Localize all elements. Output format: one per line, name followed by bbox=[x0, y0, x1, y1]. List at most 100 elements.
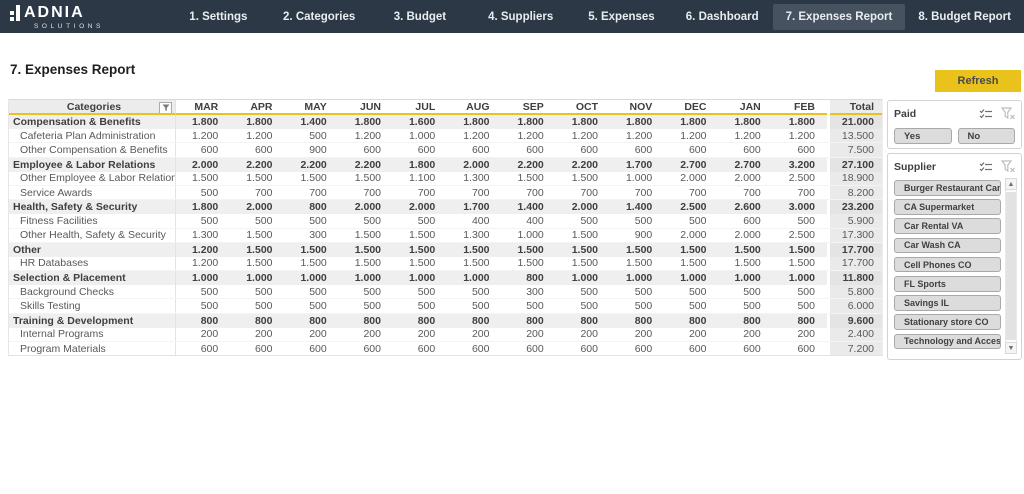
value-cell-dec: 1.200 bbox=[664, 129, 718, 142]
scroll-down-icon[interactable]: ▼ bbox=[1005, 342, 1017, 354]
value-cell-mar: 1.200 bbox=[176, 129, 230, 142]
value-cell-aug: 1.500 bbox=[447, 257, 501, 270]
total-cell: 17.300 bbox=[830, 229, 882, 242]
value-cell-feb: 3.000 bbox=[773, 200, 827, 214]
value-cell-sep: 600 bbox=[502, 342, 556, 355]
value-cell-jun: 700 bbox=[339, 186, 393, 199]
value-cell-apr: 1.500 bbox=[230, 257, 284, 270]
value-cell-jan: 600 bbox=[719, 143, 773, 156]
value-cell-feb: 800 bbox=[773, 314, 827, 328]
expense-item-row: Other Compensation & Benefits60060090060… bbox=[9, 143, 882, 157]
value-cell-sep: 500 bbox=[502, 299, 556, 312]
tab-suppliers[interactable]: 4. Suppliers bbox=[470, 0, 571, 33]
value-cell-jan: 2.000 bbox=[719, 172, 773, 185]
value-cell-mar: 200 bbox=[176, 328, 230, 341]
value-cell-jan: 1.500 bbox=[719, 257, 773, 270]
value-cell-aug: 600 bbox=[447, 143, 501, 156]
value-cell-apr: 1.500 bbox=[230, 243, 284, 257]
top-nav-bar: ADNIA SOLUTIONS 1. Settings2. Categories… bbox=[0, 0, 1024, 33]
expense-item-row: Skills Testing50050050050050050050050050… bbox=[9, 299, 882, 313]
clear-filter-icon[interactable] bbox=[1000, 160, 1015, 173]
tab-settings[interactable]: 1. Settings bbox=[168, 0, 269, 33]
category-row: Compensation & Benefits1.8001.8001.4001.… bbox=[9, 115, 882, 129]
value-cell-apr: 800 bbox=[230, 314, 284, 328]
value-cell-may: 500 bbox=[285, 285, 339, 298]
value-cell-mar: 2.000 bbox=[176, 158, 230, 172]
value-cell-mar: 1.800 bbox=[176, 200, 230, 214]
supplier-option[interactable]: Technology and Accessor... bbox=[894, 334, 1001, 350]
value-cell-may: 2.200 bbox=[285, 158, 339, 172]
multi-select-icon[interactable] bbox=[978, 107, 993, 120]
value-cell-sep: 1.500 bbox=[502, 257, 556, 270]
tab-expenses[interactable]: 5. Expenses bbox=[571, 0, 672, 33]
value-cell-jul: 1.500 bbox=[393, 229, 447, 242]
multi-select-icon[interactable] bbox=[978, 160, 993, 173]
value-cell-nov: 1.500 bbox=[610, 243, 664, 257]
value-cell-oct: 500 bbox=[556, 214, 610, 227]
refresh-button[interactable]: Refresh bbox=[935, 70, 1021, 92]
supplier-option[interactable]: Car Wash CA bbox=[894, 238, 1001, 254]
supplier-option[interactable]: Stationary store CO bbox=[894, 314, 1001, 330]
value-cell-dec: 500 bbox=[664, 214, 718, 227]
value-cell-apr: 600 bbox=[230, 143, 284, 156]
supplier-option[interactable]: Savings IL bbox=[894, 295, 1001, 311]
scroll-up-icon[interactable]: ▲ bbox=[1005, 178, 1017, 190]
value-cell-jun: 500 bbox=[339, 214, 393, 227]
value-cell-apr: 700 bbox=[230, 186, 284, 199]
scroll-thumb[interactable] bbox=[1006, 192, 1016, 340]
row-label: Compensation & Benefits bbox=[9, 115, 176, 129]
supplier-option[interactable]: CA Supermarket bbox=[894, 199, 1001, 215]
supplier-option[interactable]: Burger Restaurant Camd... bbox=[894, 180, 1001, 196]
tab-budget[interactable]: 3. Budget bbox=[370, 0, 471, 33]
value-cell-sep: 600 bbox=[502, 143, 556, 156]
value-cell-nov: 1.000 bbox=[610, 172, 664, 185]
paid-option-yes[interactable]: Yes bbox=[894, 128, 952, 144]
tab-budget-report[interactable]: 8. Budget Report bbox=[905, 0, 1024, 33]
expenses-report-table: Categories MARAPRMAYJUNJULAUGSEPOCTNOVDE… bbox=[8, 99, 883, 356]
supplier-option[interactable]: FL Sports bbox=[894, 276, 1001, 292]
value-cell-oct: 1.500 bbox=[556, 172, 610, 185]
supplier-option[interactable]: Car Rental VA bbox=[894, 218, 1001, 234]
value-cell-aug: 1.300 bbox=[447, 229, 501, 242]
total-cell: 27.100 bbox=[830, 158, 882, 172]
value-cell-nov: 600 bbox=[610, 143, 664, 156]
value-cell-oct: 700 bbox=[556, 186, 610, 199]
supplier-option[interactable]: Cell Phones CO bbox=[894, 257, 1001, 273]
value-cell-nov: 500 bbox=[610, 299, 664, 312]
clear-filter-icon[interactable] bbox=[1000, 107, 1015, 120]
value-cell-apr: 2.200 bbox=[230, 158, 284, 172]
value-cell-nov: 700 bbox=[610, 186, 664, 199]
value-cell-jun: 1.000 bbox=[339, 271, 393, 285]
scroll-track[interactable] bbox=[1005, 190, 1017, 342]
value-cell-jan: 500 bbox=[719, 285, 773, 298]
category-filter-icon[interactable] bbox=[159, 102, 172, 114]
adnia-logo: ADNIA SOLUTIONS bbox=[0, 0, 168, 33]
value-cell-jan: 600 bbox=[719, 342, 773, 355]
total-cell: 18.900 bbox=[830, 172, 882, 185]
value-cell-dec: 700 bbox=[664, 186, 718, 199]
paid-option-no[interactable]: No bbox=[958, 128, 1016, 144]
tab-categories[interactable]: 2. Categories bbox=[269, 0, 370, 33]
row-label: Other Health, Safety & Security bbox=[9, 229, 176, 242]
value-cell-oct: 600 bbox=[556, 143, 610, 156]
value-cell-oct: 1.500 bbox=[556, 257, 610, 270]
value-cell-jul: 1.800 bbox=[393, 158, 447, 172]
row-label: Fitness Facilities bbox=[9, 214, 176, 227]
value-cell-feb: 1.800 bbox=[773, 115, 827, 129]
value-cell-aug: 1.000 bbox=[447, 271, 501, 285]
value-cell-jun: 1.500 bbox=[339, 257, 393, 270]
paid-slicer-title: Paid bbox=[894, 108, 978, 120]
value-cell-feb: 700 bbox=[773, 186, 827, 199]
total-cell: 5.800 bbox=[830, 285, 882, 298]
value-cell-sep: 400 bbox=[502, 214, 556, 227]
month-header-jun: JUN bbox=[339, 100, 393, 115]
value-cell-sep: 800 bbox=[502, 271, 556, 285]
total-cell: 13.500 bbox=[830, 129, 882, 142]
tab-expenses-report[interactable]: 7. Expenses Report bbox=[773, 0, 906, 33]
value-cell-sep: 1.500 bbox=[502, 243, 556, 257]
value-cell-mar: 1.200 bbox=[176, 243, 230, 257]
total-cell: 21.000 bbox=[830, 115, 882, 129]
supplier-slicer: Supplier Burger Restaurant Camd...CA Sup… bbox=[887, 153, 1022, 360]
row-label: Employee & Labor Relations bbox=[9, 158, 176, 172]
tab-dashboard[interactable]: 6. Dashboard bbox=[672, 0, 773, 33]
